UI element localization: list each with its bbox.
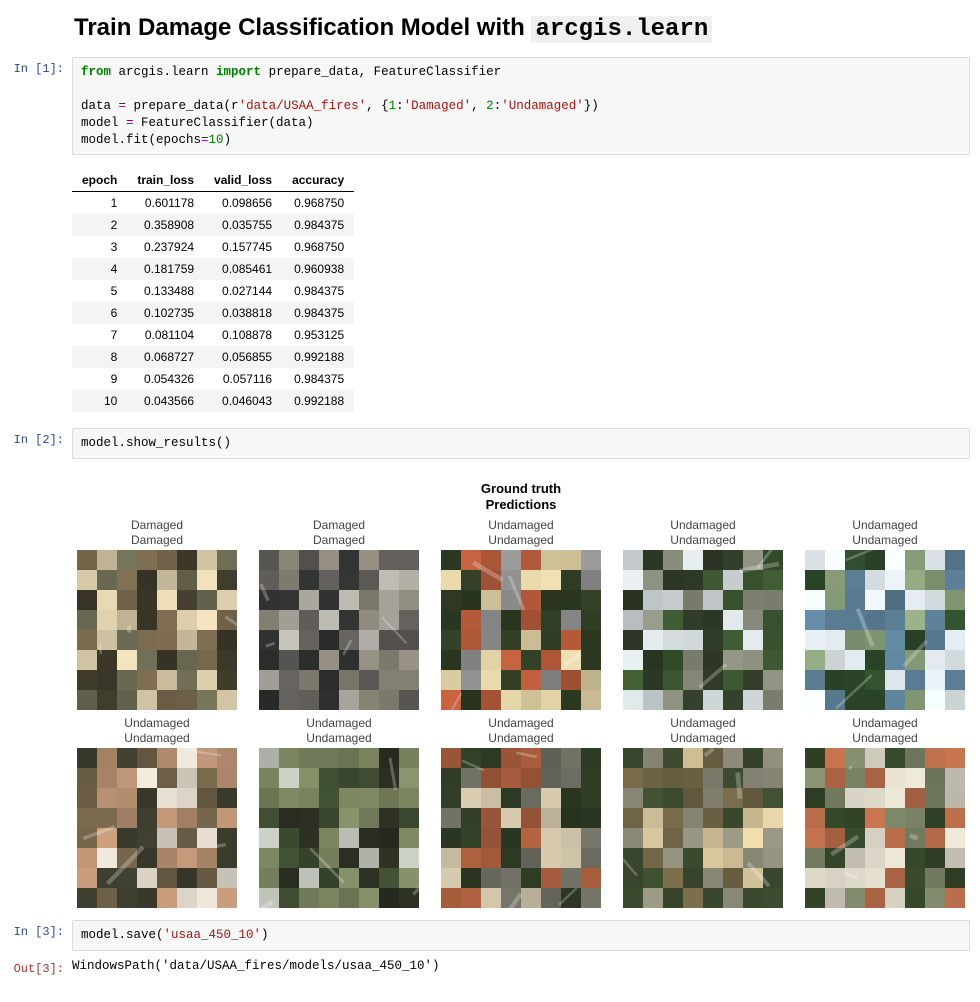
code-cell-3: In [3]: model.save('usaa_450_10') bbox=[0, 920, 980, 951]
train-col-epoch: epoch bbox=[72, 169, 127, 192]
results-row-2: UndamagedUndamaged UndamagedUndamaged Unda… bbox=[72, 716, 970, 908]
table-row: 50.1334880.0271440.984375 bbox=[72, 280, 354, 302]
result-tile: UndamagedUndamaged bbox=[800, 518, 970, 710]
training-table: epochtrain_lossvalid_lossaccuracy 10.601… bbox=[72, 169, 354, 412]
result-labels: UndamagedUndamaged bbox=[72, 716, 242, 745]
result-labels: UndamagedUndamaged bbox=[800, 518, 970, 547]
output-cell-3: Out[3]: WindowsPath('data/USAA_fires/mod… bbox=[0, 957, 980, 976]
result-labels: UndamagedUndamaged bbox=[800, 716, 970, 745]
result-tile: UndamagedUndamaged bbox=[254, 716, 424, 908]
result-labels: UndamagedUndamaged bbox=[618, 716, 788, 745]
table-row: 60.1027350.0388180.984375 bbox=[72, 302, 354, 324]
plot-header-line2: Predictions bbox=[486, 497, 557, 512]
aerial-thumbnail bbox=[77, 748, 237, 908]
table-row: 80.0687270.0568550.992188 bbox=[72, 346, 354, 368]
prompt-empty-1 bbox=[0, 161, 72, 166]
output-cell-2: Ground truth Predictions DamagedDamagedD… bbox=[0, 465, 980, 914]
train-col-valid_loss: valid_loss bbox=[204, 169, 282, 192]
aerial-thumbnail bbox=[623, 550, 783, 710]
results-row-1: DamagedDamaged DamagedDamaged UndamagedUnd… bbox=[72, 518, 970, 710]
table-row: 90.0543260.0571160.984375 bbox=[72, 368, 354, 390]
title-text: Train Damage Classification Model with bbox=[74, 14, 531, 41]
aerial-thumbnail bbox=[805, 550, 965, 710]
plot-header-line1: Ground truth bbox=[481, 481, 561, 496]
output-cell-1: epochtrain_lossvalid_lossaccuracy 10.601… bbox=[0, 161, 980, 422]
aerial-thumbnail bbox=[441, 748, 601, 908]
code-cell-2: In [2]: model.show_results() bbox=[0, 428, 980, 459]
result-tile: UndamagedUndamaged bbox=[436, 518, 606, 710]
code-cell-1: In [1]: from arcgis.learn import prepare… bbox=[0, 57, 980, 155]
table-row: 20.3589080.0357550.984375 bbox=[72, 214, 354, 236]
train-col-train_loss: train_loss bbox=[127, 169, 204, 192]
aerial-thumbnail bbox=[259, 550, 419, 710]
notebook: Train Damage Classification Model with a… bbox=[0, 14, 980, 1002]
result-tile: UndamagedUndamaged bbox=[436, 716, 606, 908]
aerial-thumbnail bbox=[623, 748, 783, 908]
result-tile: UndamagedUndamaged bbox=[72, 716, 242, 908]
table-row: 40.1817590.0854610.960938 bbox=[72, 258, 354, 280]
result-tile: UndamagedUndamaged bbox=[800, 716, 970, 908]
result-tile: UndamagedUndamaged bbox=[618, 518, 788, 710]
result-tile: DamagedDamaged bbox=[254, 518, 424, 710]
aerial-thumbnail bbox=[805, 748, 965, 908]
result-labels: DamagedDamaged bbox=[72, 518, 242, 547]
prompt-in-1: In [1]: bbox=[0, 57, 72, 76]
table-row: 100.0435660.0460430.992188 bbox=[72, 390, 354, 412]
result-labels: UndamagedUndamaged bbox=[436, 518, 606, 547]
prompt-out-3: Out[3]: bbox=[0, 957, 72, 976]
result-labels: UndamagedUndamaged bbox=[254, 716, 424, 745]
code-input-2[interactable]: model.show_results() bbox=[72, 428, 970, 459]
code-input-3[interactable]: model.save('usaa_450_10') bbox=[72, 920, 970, 951]
table-row: 30.2379240.1577450.968750 bbox=[72, 236, 354, 258]
code-input-1[interactable]: from arcgis.learn import prepare_data, F… bbox=[72, 57, 970, 155]
training-output: epochtrain_lossvalid_lossaccuracy 10.601… bbox=[72, 161, 970, 422]
aerial-thumbnail bbox=[259, 748, 419, 908]
table-row: 70.0811040.1088780.953125 bbox=[72, 324, 354, 346]
prompt-in-2: In [2]: bbox=[0, 428, 72, 447]
table-row: 10.6011780.0986560.968750 bbox=[72, 192, 354, 215]
aerial-thumbnail bbox=[441, 550, 601, 710]
title-code: arcgis.learn bbox=[531, 16, 712, 43]
prompt-empty-2 bbox=[0, 465, 72, 470]
out-text-3: WindowsPath('data/USAA_fires/models/usaa… bbox=[72, 957, 970, 973]
result-labels: DamagedDamaged bbox=[254, 518, 424, 547]
result-tile: DamagedDamaged bbox=[72, 518, 242, 710]
result-labels: UndamagedUndamaged bbox=[618, 518, 788, 547]
plot-header: Ground truth Predictions bbox=[72, 481, 970, 512]
train-col-accuracy: accuracy bbox=[282, 169, 354, 192]
result-tile: UndamagedUndamaged bbox=[618, 716, 788, 908]
prompt-in-3: In [3]: bbox=[0, 920, 72, 939]
aerial-thumbnail bbox=[77, 550, 237, 710]
results-plot: Ground truth Predictions DamagedDamagedD… bbox=[72, 465, 970, 914]
page-title: Train Damage Classification Model with a… bbox=[74, 14, 980, 43]
result-labels: UndamagedUndamaged bbox=[436, 716, 606, 745]
